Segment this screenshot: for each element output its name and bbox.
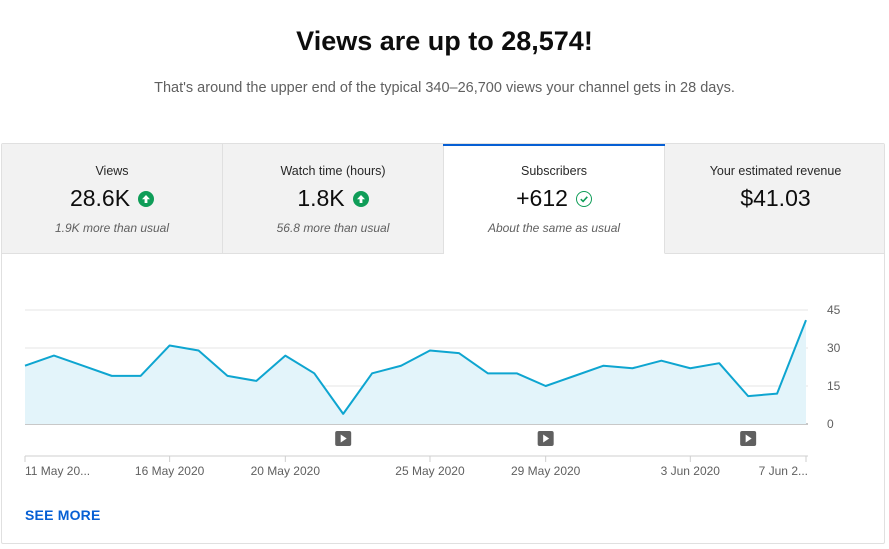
- tab-value: 1.8K: [297, 185, 345, 211]
- tab-subscribers[interactable]: Subscribers +612 About the same as usual: [443, 144, 665, 254]
- tab-value: $41.03: [740, 185, 811, 211]
- video-marker-icon[interactable]: [537, 431, 554, 446]
- tab-estimated-revenue[interactable]: Your estimated revenue $41.03: [665, 144, 884, 254]
- video-marker-icon[interactable]: [740, 431, 757, 446]
- see-more-link[interactable]: SEE MORE: [25, 507, 101, 523]
- tab-views[interactable]: Views 28.6K 1.9K more than usual: [2, 144, 223, 254]
- tab-value: +612: [516, 185, 568, 211]
- tab-label: Watch time (hours): [280, 164, 386, 178]
- tab-label: Views: [95, 164, 129, 178]
- arrow-up-circle-icon: [138, 190, 155, 207]
- check-circle-icon: [575, 190, 592, 207]
- tab-value: 28.6K: [69, 185, 131, 211]
- page-subtitle: That's around the upper end of the typic…: [154, 80, 735, 96]
- tab-note: 1.9K more than usual: [54, 221, 170, 235]
- video-marker-icon[interactable]: [335, 431, 352, 446]
- tab-watch-time[interactable]: Watch time (hours) 1.8K 56.8 more than u…: [223, 144, 444, 254]
- metric-tabs: Views 28.6K 1.9K more than usual Watch t…: [2, 144, 884, 254]
- tab-label: Your estimated revenue: [709, 164, 842, 178]
- tab-label: Subscribers: [521, 164, 587, 178]
- tab-note: 56.8 more than usual: [276, 221, 390, 235]
- arrow-up-circle-icon: [352, 190, 369, 207]
- page-title: Views are up to 28,574!: [296, 26, 593, 56]
- tab-note: About the same as usual: [487, 221, 621, 235]
- analytics-card: Views 28.6K 1.9K more than usual Watch t…: [1, 143, 885, 544]
